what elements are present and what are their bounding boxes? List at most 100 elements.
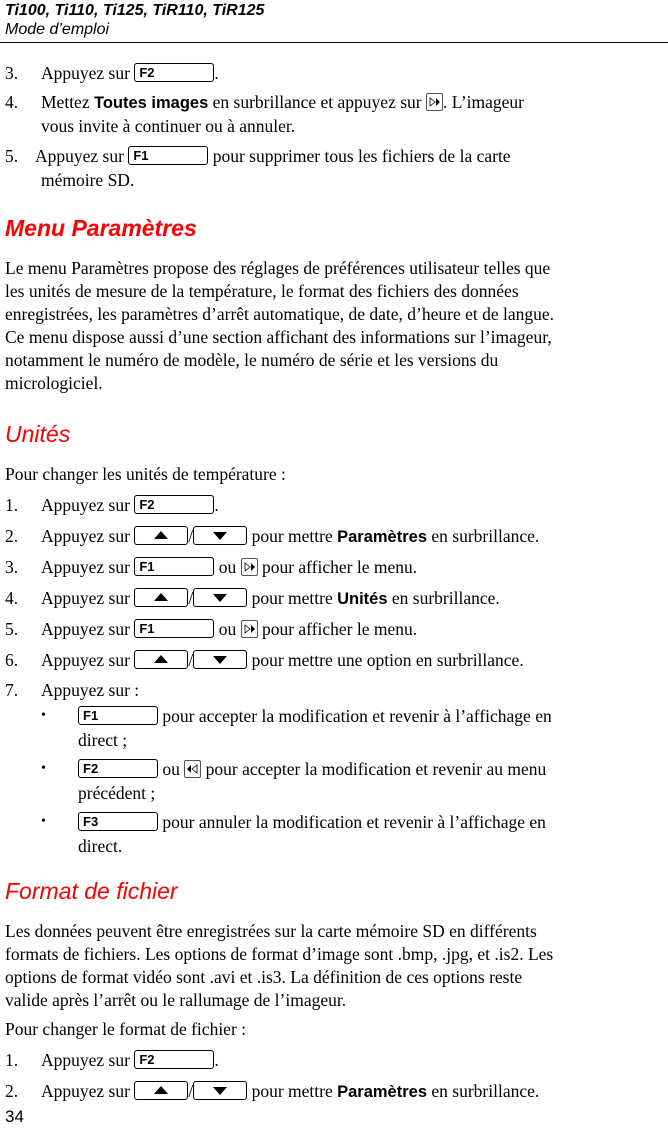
- paragraph-line: options de format vidéo sont .avi et .is…: [5, 967, 523, 987]
- f1-key: F1: [78, 706, 158, 725]
- step-text: Mettez: [41, 92, 90, 112]
- step-4-number: 4.: [5, 92, 18, 112]
- step-text: en surbrillance.: [431, 1081, 540, 1101]
- highlight-term: Paramètres: [337, 528, 427, 546]
- bullet-text: pour annuler la modification et revenir …: [162, 812, 546, 832]
- step-text: Appuyez sur: [41, 650, 130, 670]
- bullet: •: [41, 761, 46, 776]
- step-number: 4.: [5, 588, 19, 608]
- up-triangle-icon: [154, 655, 169, 663]
- units-step-6: Appuyez sur / pour mettre une option en …: [41, 650, 524, 670]
- f1-key: F1: [128, 146, 209, 165]
- key-label: F2: [139, 1052, 155, 1067]
- step-text: pour afficher le menu.: [261, 557, 418, 577]
- header-rule: [0, 42, 668, 43]
- paragraph-line: enregistrées, les paramètres d’arrêt aut…: [5, 304, 555, 324]
- step-number: 4.: [5, 92, 19, 112]
- right-arrow-key-icon: [240, 558, 258, 576]
- units-step-2: Appuyez sur / pour mettre Paramètres en …: [41, 526, 540, 546]
- paragraph-line: Le menu Paramètres propose des réglages …: [5, 258, 551, 278]
- step-text: Appuyez sur: [41, 619, 130, 639]
- step-5-text: Appuyez sur F1 pour supprimer tous les f…: [35, 146, 511, 166]
- key-label: F1: [133, 148, 149, 163]
- step-text: pour mettre: [251, 526, 333, 546]
- procedure-intro: Pour changer le format de fichier :: [5, 1019, 247, 1039]
- key-label: F1: [139, 621, 155, 636]
- step-number: 6.: [5, 650, 19, 670]
- format-step-1: Appuyez sur F2.: [41, 1050, 219, 1070]
- f3-key: F3: [78, 812, 158, 831]
- up-arrow-key: [134, 588, 189, 607]
- paragraph-line: les unités de mesure de la température, …: [5, 281, 519, 301]
- step-number: 3.: [5, 557, 19, 577]
- step-text: pour mettre: [251, 588, 333, 608]
- down-triangle-icon: [213, 656, 228, 664]
- highlight-term: Toutes images: [93, 94, 209, 112]
- right-arrow-key-icon: [425, 93, 443, 111]
- step-text: en surbrillance et appuyez sur: [212, 92, 422, 112]
- bullet-text: pour accepter la modification et revenir…: [205, 759, 547, 779]
- step-text: ou: [218, 619, 237, 639]
- procedure-intro: Pour changer les unités de température :: [5, 464, 286, 484]
- bullet: •: [41, 814, 46, 829]
- step-number: 7.: [5, 680, 19, 700]
- f2-key: F2: [134, 1050, 215, 1069]
- step-text: en surbrillance.: [431, 526, 540, 546]
- up-arrow-key: [134, 526, 189, 545]
- down-triangle-icon: [213, 532, 228, 540]
- bullet-text: pour accepter la modification et revenir…: [162, 706, 552, 726]
- step-text: pour supprimer tous les fichiers de la c…: [212, 146, 511, 166]
- step-text: .: [214, 1050, 219, 1070]
- step-5-number: 5.: [5, 146, 18, 166]
- f1-key: F1: [134, 619, 215, 638]
- step-number: 2.: [5, 1081, 19, 1101]
- units-step-3: Appuyez sur F1 ou pour afficher le menu.: [41, 557, 417, 577]
- units-step-4: Appuyez sur / pour mettre Unités en surb…: [41, 588, 500, 608]
- step-text: Appuyez sur: [35, 146, 124, 166]
- highlight-term: Unités: [337, 590, 388, 608]
- step-4-text: Mettez Toutes images en surbrillance et …: [41, 92, 524, 113]
- step-number: 2.: [5, 526, 19, 546]
- key-label: F2: [139, 497, 155, 512]
- step-number: 3.: [5, 63, 19, 83]
- step-4-continuation: vous invite à continuer ou à annuler.: [41, 116, 296, 136]
- step-text: . L’imageur: [442, 92, 524, 112]
- step-text: pour mettre une option en surbrillance.: [251, 650, 524, 670]
- step-text: Appuyez sur: [41, 495, 130, 515]
- page-number: 34: [5, 1107, 24, 1126]
- up-triangle-icon: [154, 531, 169, 539]
- down-arrow-key: [193, 650, 248, 669]
- paragraph-line: micrologiciel.: [5, 373, 103, 393]
- step-text: en surbrillance.: [391, 588, 500, 608]
- key-label: F1: [83, 708, 99, 723]
- down-triangle-icon: [213, 594, 228, 602]
- section-heading-unites: Unités: [5, 421, 71, 447]
- paragraph-line: formats de fichiers. Les options de form…: [5, 944, 554, 964]
- option-accept-previous: F2 ou pour accepter la modification et r…: [78, 759, 546, 779]
- bullet-continuation: précédent ;: [78, 783, 156, 803]
- step-text: Appuyez sur: [41, 1081, 130, 1101]
- step-text: Appuyez sur: [41, 63, 130, 83]
- paragraph-line: Ce menu dispose aussi d’une section affi…: [5, 327, 552, 347]
- step-text: Appuyez sur: [41, 588, 130, 608]
- up-triangle-icon: [154, 593, 169, 601]
- step-text: pour afficher le menu.: [261, 619, 418, 639]
- format-step-2: Appuyez sur / pour mettre Paramètres en …: [41, 1081, 540, 1101]
- key-label: F2: [139, 65, 155, 80]
- highlight-term: Paramètres: [337, 1083, 427, 1101]
- document-subtitle: Mode d’emploi: [5, 21, 110, 38]
- f2-key: F2: [134, 63, 215, 82]
- down-arrow-key: [193, 1081, 248, 1100]
- bullet: •: [41, 708, 46, 723]
- step-number: 5.: [5, 619, 19, 639]
- key-label: F3: [83, 814, 99, 829]
- document-title: Ti100, Ti110, Ti125, TiR110, TiR125: [5, 2, 265, 19]
- step-text: Appuyez sur: [41, 526, 130, 546]
- section-heading-menu-parametres: Menu Paramètres: [5, 215, 197, 241]
- units-step-1: Appuyez sur F2.: [41, 495, 219, 515]
- option-cancel: F3 pour annuler la modification et reven…: [78, 812, 546, 832]
- right-arrow-key-icon: [240, 620, 258, 638]
- units-step-5: Appuyez sur F1 ou pour afficher le menu.: [41, 619, 417, 639]
- f2-key: F2: [134, 495, 215, 514]
- units-step-7: Appuyez sur :: [41, 680, 140, 700]
